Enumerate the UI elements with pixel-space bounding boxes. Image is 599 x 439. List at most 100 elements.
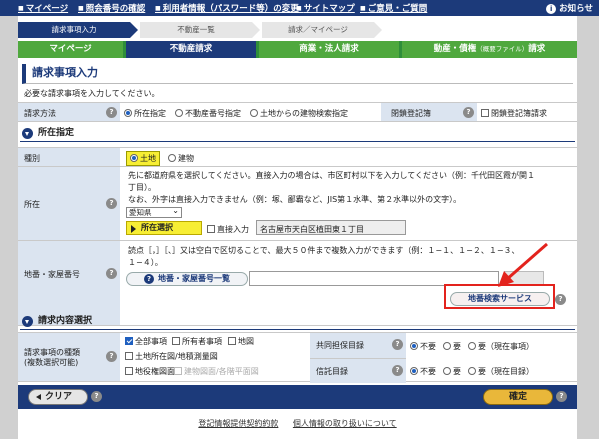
joint-label-cell: 共同担保目録	[310, 333, 390, 358]
kind-option-building-label: 建物	[178, 154, 194, 163]
footer: 登記情報提供契約約款 個人情報の取り扱いについて	[18, 418, 577, 429]
help-cell: ?	[104, 167, 120, 240]
radio-icon	[130, 154, 138, 162]
joint-option-yes[interactable]: 要	[443, 341, 461, 352]
radio-icon	[175, 109, 183, 117]
type-option-owner[interactable]: 所有者事項	[172, 336, 222, 347]
help-icon[interactable]: ?	[556, 391, 567, 402]
help-cell: ?	[104, 241, 120, 325]
section-content-header: 請求内容選択	[20, 314, 575, 330]
help-icon: ?	[144, 274, 154, 284]
method-option-location[interactable]: 所在指定	[124, 108, 166, 119]
trust-option-yes[interactable]: 要	[443, 366, 461, 377]
joint-option-yes-label: 要	[453, 342, 461, 351]
tab-corporate[interactable]: 商業・法人請求	[259, 41, 399, 58]
request-method-label: 請求方法	[24, 109, 56, 118]
type-option-building-plan-label: 建物図面/各階平面図	[184, 367, 259, 376]
direct-input-label: 直接入力	[217, 225, 249, 234]
type-option-map-label: 地図	[238, 337, 254, 346]
kind-option-building[interactable]: 建物	[168, 153, 194, 164]
location-input[interactable]: 名古屋市天白区植田東１丁目	[256, 220, 406, 235]
radio-icon	[443, 342, 451, 350]
type-option-survey[interactable]: 土地所在図/地積測量図	[125, 351, 218, 362]
closed-option[interactable]: 閉鎖登記簿請求	[481, 108, 547, 119]
request-method-row: 請求方法 ? 所在指定 不動産番号指定 土地からの建物検索指定 閉鎖登記簿 ? …	[18, 102, 577, 122]
help-icon[interactable]: ?	[555, 294, 566, 305]
nav-sitemap-link[interactable]: サイトマップ	[296, 2, 355, 14]
method-option-location-label: 所在指定	[134, 109, 166, 118]
nav-reference-link[interactable]: 照会番号の確認	[78, 2, 146, 14]
help-icon[interactable]: ?	[91, 391, 102, 402]
request-types-label2: (複数選択可能)	[24, 358, 79, 367]
radio-icon	[443, 367, 451, 375]
confirm-button[interactable]: 確定	[483, 389, 553, 405]
type-option-building-plan: 建物図面/各階平面図	[174, 366, 259, 377]
help-icon[interactable]: ?	[392, 365, 403, 376]
joint-option-current-label: 要（現在事項）	[478, 342, 534, 351]
clear-button[interactable]: クリア	[28, 389, 88, 405]
prefecture-select[interactable]: 愛知県	[126, 206, 182, 218]
request-types-row: 請求事項の種類 (複数選択可能) ? 全部事項 所有者事項 地図 土地所在図/地…	[18, 332, 577, 383]
help-cell: ?	[461, 103, 477, 121]
lot-desc-1b: １−４）。	[128, 258, 163, 267]
prefecture-select-value: 愛知県	[129, 208, 152, 217]
method-option-number[interactable]: 不動産番号指定	[175, 108, 241, 119]
direct-input-option[interactable]: 直接入力	[207, 224, 249, 235]
trust-option-current[interactable]: 要（現在目録）	[468, 366, 534, 377]
closed-label-cell: 閉鎖登記簿	[381, 103, 461, 121]
tab-movables[interactable]: 動産・債権（概要ファイル）請求	[402, 41, 577, 58]
type-option-survey-label: 土地所在図/地積測量図	[135, 352, 218, 361]
location-label: 所在	[24, 200, 40, 209]
checkbox-icon	[125, 337, 133, 345]
tab-mypage[interactable]: マイページ	[18, 41, 123, 58]
help-icon[interactable]: ?	[106, 107, 117, 118]
help-icon[interactable]: ?	[392, 339, 403, 350]
help-icon[interactable]: ?	[106, 268, 117, 279]
location-desc-1b: 丁目）。	[128, 183, 156, 192]
type-option-all[interactable]: 全部事項	[125, 336, 167, 347]
type-option-map[interactable]: 地図	[228, 336, 254, 347]
main-panel: 請求事項入力 不動産一覧 請求／マイページ マイページ 不動産請求 商業・法人請…	[18, 16, 577, 439]
privacy-link[interactable]: 個人情報の取り扱いについて	[293, 419, 397, 428]
closed-label: 閉鎖登記簿	[391, 109, 431, 118]
joint-option-no-label: 不要	[420, 342, 436, 351]
joint-option-no[interactable]: 不要	[410, 341, 436, 352]
radio-icon	[410, 342, 418, 350]
step-arrow-icon	[374, 22, 382, 38]
trust-option-no[interactable]: 不要	[410, 366, 436, 377]
trust-option-yes-label: 要	[453, 367, 461, 376]
checkbox-icon	[125, 367, 133, 375]
method-option-building-search[interactable]: 土地からの建物検索指定	[250, 108, 348, 119]
lot-label: 地番・家屋番号	[24, 270, 80, 279]
top-nav: マイページ 照会番号の確認 利用者情報（パスワード等）の変更 サイトマップ ご意…	[0, 0, 599, 16]
location-row: 所在 ? 先に都道府県を選択してください。直接入力の場合は、市区町村以下を入力し…	[18, 166, 577, 240]
lot-list-button-label: 地番・家屋番号一覧	[158, 274, 230, 283]
nav-mypage-link[interactable]: マイページ	[18, 2, 68, 14]
notice-label: お知らせ	[559, 4, 593, 14]
radio-icon	[250, 109, 258, 117]
nav-feedback-link[interactable]: ご意見・ご質問	[360, 2, 428, 14]
intro-text: 必要な請求事項を入力してください。	[24, 89, 160, 98]
annotation-arrow-icon	[498, 242, 548, 287]
type-option-easement[interactable]: 地役権図面	[125, 366, 175, 377]
radio-icon	[124, 109, 132, 117]
notice-link[interactable]: i お知らせ	[546, 2, 593, 14]
help-cell: ?	[390, 358, 406, 383]
lot-list-button[interactable]: ? 地番・家屋番号一覧	[126, 272, 248, 286]
location-select-button[interactable]: 所在選択	[126, 221, 202, 235]
step-request: 請求／マイページ	[262, 22, 374, 38]
help-icon[interactable]: ?	[463, 107, 474, 118]
tab-real-estate[interactable]: 不動産請求	[126, 41, 256, 58]
help-icon[interactable]: ?	[106, 198, 117, 209]
radio-icon	[468, 367, 476, 375]
checkbox-icon	[174, 367, 182, 375]
section-location-title: 所在指定	[38, 128, 75, 138]
joint-option-current[interactable]: 要（現在事項）	[468, 341, 534, 352]
kind-option-land[interactable]: 土地	[126, 151, 160, 166]
trust-option-no-label: 不要	[420, 367, 436, 376]
help-cell: ?	[104, 333, 120, 381]
help-icon[interactable]: ?	[106, 351, 117, 362]
nav-user-info-link[interactable]: 利用者情報（パスワード等）の変更	[155, 2, 299, 14]
terms-link[interactable]: 登記情報提供契約約款	[198, 419, 278, 428]
trust-option-current-label: 要（現在目録）	[478, 367, 534, 376]
